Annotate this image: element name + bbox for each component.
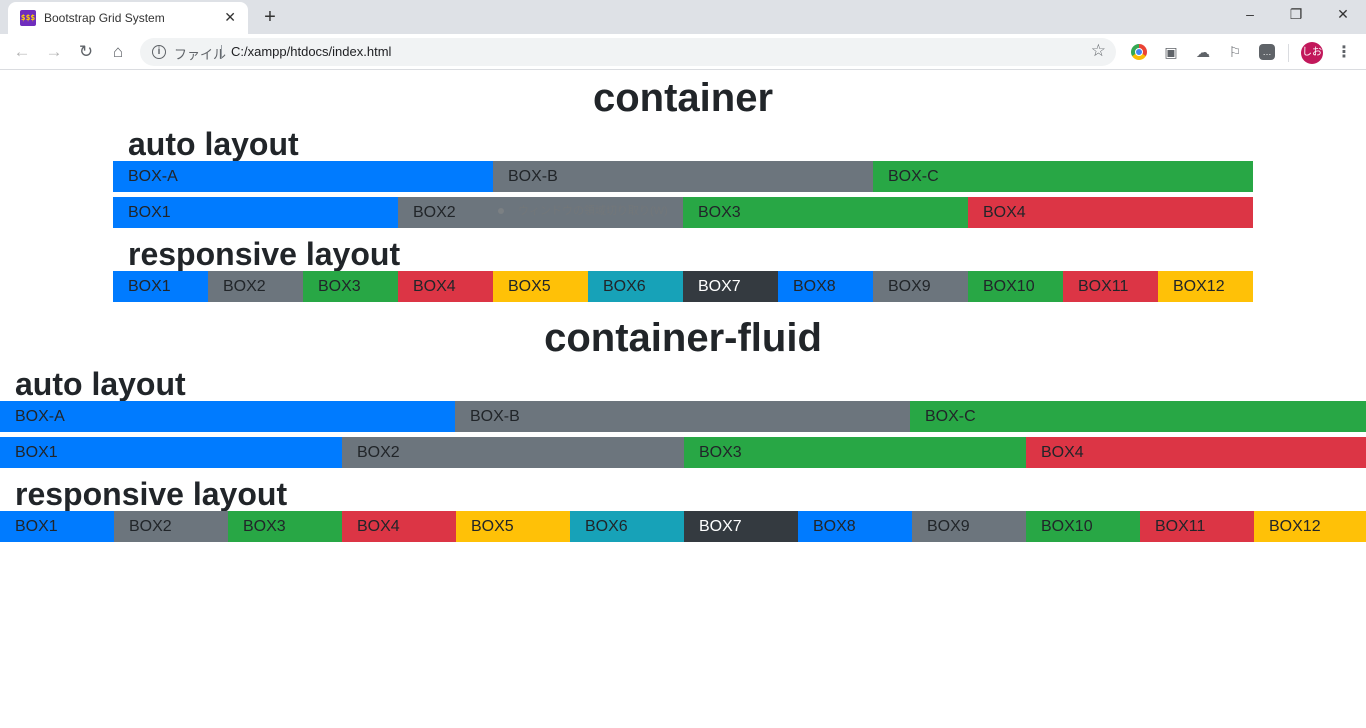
container-fluid-responsive-heading: responsive layout (15, 476, 288, 512)
reload-icon[interactable]: ↻ (74, 40, 98, 64)
new-tab-icon[interactable]: + (259, 6, 281, 28)
container-auto-row1: BOX-A BOX-B BOX-C (113, 161, 1253, 192)
menu-kebab-icon[interactable]: ⋮ (1336, 42, 1352, 64)
grid-box-box3: BOX3 (683, 197, 968, 228)
grid-box-box-b: BOX-B (455, 401, 910, 432)
scheme-label: ファイル (174, 47, 227, 62)
container-auto-row2: BOX1 BOX2 BOX3 BOX4 (113, 197, 1253, 228)
divider (221, 45, 222, 59)
grid-box-box-b: BOX-B (493, 161, 873, 192)
container-fluid-title: container-fluid (544, 316, 822, 360)
address-bar[interactable]: i ファイル C:/xampp/htdocs/index.html ☆ (140, 38, 1116, 66)
grid-box-box4: BOX4 (398, 271, 493, 302)
grid-box-box2: BOX2 (342, 437, 684, 468)
grid-box-box1: BOX1 (0, 437, 342, 468)
grid-box-box3: BOX3 (228, 511, 342, 542)
grid-box-box7: BOX7 (684, 511, 798, 542)
restore-icon[interactable]: ❐ (1273, 0, 1319, 30)
grid-box-box-a: BOX-A (0, 401, 455, 432)
tab-title: Bootstrap Grid System (44, 11, 165, 25)
favicon-icon: $$$ (20, 10, 36, 26)
grid-box-box4: BOX4 (968, 197, 1253, 228)
grid-box-box3: BOX3 (303, 271, 398, 302)
minimize-icon[interactable]: – (1227, 0, 1273, 30)
grid-box-box11: BOX11 (1140, 511, 1254, 542)
grid-box-box8: BOX8 (798, 511, 912, 542)
container-title: container (592, 76, 774, 120)
grid-box-box12: BOX12 (1254, 511, 1366, 542)
grid-box-box8: BOX8 (778, 271, 873, 302)
grid-box-box9: BOX9 (873, 271, 968, 302)
grid-box-box12: BOX12 (1158, 271, 1253, 302)
grid-box-box1: BOX1 (0, 511, 114, 542)
url-text[interactable]: C:/xampp/htdocs/index.html (231, 44, 391, 59)
grid-box-box10: BOX10 (1026, 511, 1140, 542)
grid-box-box5: BOX5 (493, 271, 588, 302)
grid-box-box4: BOX4 (342, 511, 456, 542)
grid-box-box2: BOX2 (114, 511, 228, 542)
grid-box-box-c: BOX-C (873, 161, 1253, 192)
grid-box-box7: BOX7 (683, 271, 778, 302)
browser-tab[interactable]: $$$ Bootstrap Grid System ✕ (8, 2, 248, 34)
grid-box-box9: BOX9 (912, 511, 1026, 542)
ghost-tooltip: ウィンドウの領域切り取り(W) (488, 200, 678, 222)
container-fluid-auto-row1: BOX-A BOX-B BOX-C (0, 401, 1366, 432)
grid-box-box6: BOX6 (570, 511, 684, 542)
forward-icon[interactable]: → (42, 40, 66, 64)
grid-box-box-a: BOX-A (113, 161, 493, 192)
tab-strip: $$$ Bootstrap Grid System ✕ + – ❐ ✕ (0, 0, 1366, 34)
grid-box-box5: BOX5 (456, 511, 570, 542)
container-fluid-auto-heading: auto layout (15, 366, 186, 402)
home-icon[interactable]: ⌂ (106, 40, 130, 64)
container-auto-heading: auto layout (128, 126, 299, 162)
grid-box-box1: BOX1 (113, 271, 208, 302)
grid-box-box4: BOX4 (1026, 437, 1366, 468)
grid-box-box3: BOX3 (684, 437, 1026, 468)
container-responsive-row: BOX1 BOX2 BOX3 BOX4 BOX5 BOX6 BOX7 BOX8 BOX9 BOX1… (113, 271, 1253, 302)
color-picker-extension-icon[interactable] (1131, 44, 1147, 60)
bookmark-extension-icon[interactable]: ⚐ (1225, 42, 1245, 62)
grid-box-box10: BOX10 (968, 271, 1063, 302)
back-icon[interactable]: ← (10, 40, 34, 64)
profile-avatar[interactable]: しお (1301, 42, 1323, 64)
grid-box-box2: BOX2 (208, 271, 303, 302)
grid-box-box6: BOX6 (588, 271, 683, 302)
grid-box-box1: BOX1 (113, 197, 398, 228)
container-responsive-heading: responsive layout (128, 236, 401, 272)
page-content: container auto layout BOX-A BOX-B BOX-C BO… (0, 71, 1366, 728)
info-icon[interactable]: i (152, 45, 166, 59)
bookmark-star-icon[interactable]: ☆ (1091, 41, 1106, 61)
grid-box-box-c: BOX-C (910, 401, 1366, 432)
browser-toolbar: ← → ↻ ⌂ i ファイル C:/xampp/htdocs/index.htm… (0, 34, 1366, 70)
container-fluid-responsive-row: BOX1 BOX2 BOX3 BOX4 BOX5 BOX6 BOX7 BOX8 BOX9 BOX1… (0, 511, 1366, 542)
toolbar-divider (1288, 44, 1289, 62)
cloud-extension-icon[interactable]: ☁ (1193, 42, 1213, 62)
container-fluid-auto-row2: BOX1 BOX2 BOX3 BOX4 (0, 437, 1366, 468)
close-tab-icon[interactable]: ✕ (224, 9, 236, 25)
camera-extension-icon[interactable]: ▣ (1161, 42, 1181, 62)
close-window-icon[interactable]: ✕ (1320, 0, 1366, 30)
chat-extension-icon[interactable]: … (1259, 44, 1275, 60)
grid-box-box11: BOX11 (1063, 271, 1158, 302)
